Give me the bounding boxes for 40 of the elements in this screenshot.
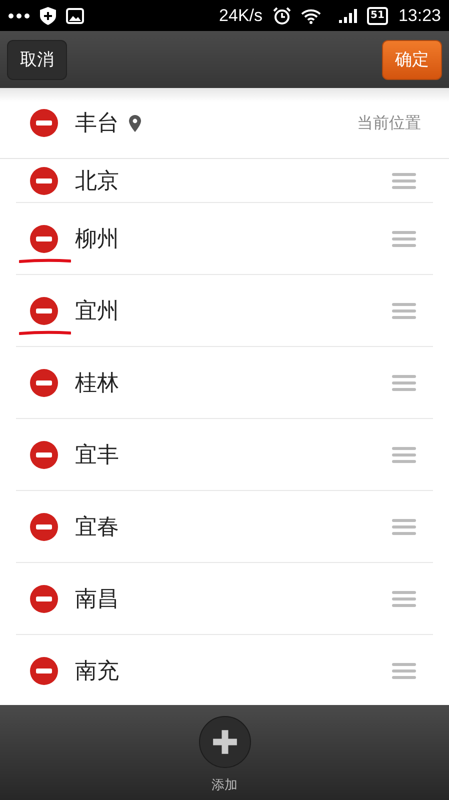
add-label: 添加: [212, 777, 238, 794]
remove-icon[interactable]: [29, 512, 59, 542]
drag-handle-icon[interactable]: [392, 302, 416, 320]
drag-handle-icon[interactable]: [392, 374, 416, 392]
city-name: 宜春: [75, 514, 119, 542]
city-name: 南昌: [75, 586, 119, 614]
drag-handle-icon[interactable]: [392, 446, 416, 464]
remove-icon[interactable]: [29, 108, 59, 138]
drag-handle-icon[interactable]: [392, 662, 416, 680]
city-name: 北京: [75, 168, 119, 196]
remove-icon[interactable]: [29, 224, 59, 254]
city-name: 柳州: [75, 226, 119, 254]
current-location-label: 当前位置: [357, 112, 421, 134]
remove-icon[interactable]: [29, 368, 59, 398]
city-name: 丰台: [75, 110, 119, 138]
shield-icon: [40, 6, 56, 24]
alarm-icon: [272, 6, 291, 24]
clock: 13:23: [398, 6, 441, 26]
drag-handle-icon[interactable]: [392, 590, 416, 608]
city-name: 桂林: [75, 370, 119, 398]
location-pin-icon: [129, 114, 141, 132]
city-name: 南充: [75, 658, 119, 686]
image-icon: [66, 8, 84, 24]
drag-handle-icon[interactable]: [392, 172, 416, 190]
cancel-button[interactable]: 取消: [7, 40, 67, 80]
battery-icon: 51: [366, 6, 388, 24]
remove-icon[interactable]: [29, 440, 59, 470]
network-speed: 24K/s: [219, 6, 263, 26]
more-icon: [8, 12, 30, 18]
plus-icon: [212, 729, 238, 755]
remove-icon[interactable]: [29, 166, 59, 196]
drag-handle-icon[interactable]: [392, 230, 416, 248]
wifi-icon: [300, 8, 321, 24]
city-name: 宜丰: [75, 442, 119, 470]
remove-icon[interactable]: [29, 296, 59, 326]
add-button[interactable]: [198, 716, 250, 768]
city-name: 宜州: [75, 298, 119, 326]
remove-icon[interactable]: [29, 656, 59, 686]
drag-handle-icon[interactable]: [392, 518, 416, 536]
remove-icon[interactable]: [29, 584, 59, 614]
